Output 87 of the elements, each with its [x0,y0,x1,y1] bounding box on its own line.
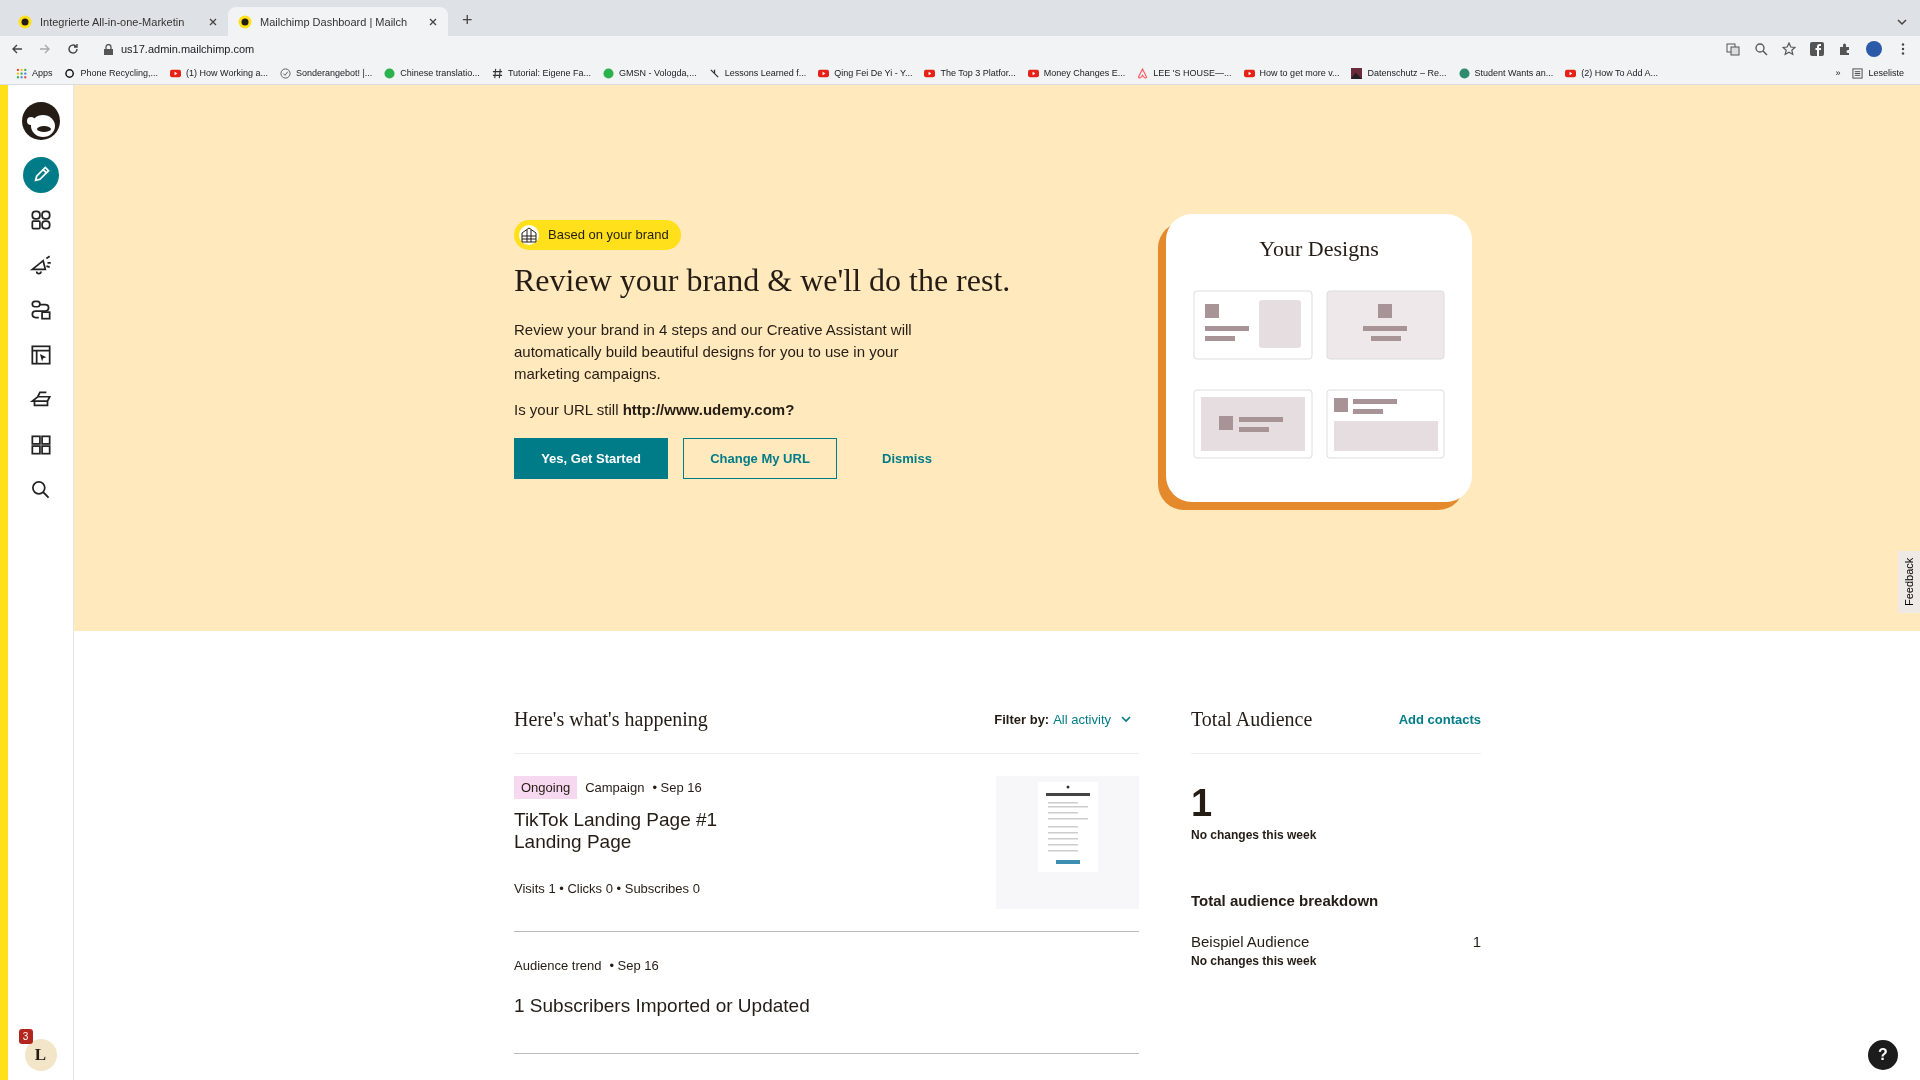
change-note: No changes this week [1191,954,1318,968]
bookmark[interactable]: (2) How To Add A... [1559,67,1665,79]
add-contacts-link[interactable]: Add contacts [1398,711,1481,727]
bookmark[interactable]: Tutorial: Eigene Fa... [485,67,598,79]
activity-title[interactable]: 1 Subscribers Imported or Updated [514,995,810,1017]
card-title: Your Designs [1259,236,1379,262]
play-icon [924,67,936,79]
bookmark[interactable]: Chinese translatio... [378,67,486,79]
bookmark[interactable]: Qing Fei De Yi - Y... [812,67,919,79]
badge-text: Based on your brand [548,227,669,242]
change-note: No changes this week [1191,828,1318,842]
filter-dropdown[interactable]: All activity [1053,711,1139,727]
close-icon[interactable] [428,16,438,27]
section-title: Total Audience [1191,707,1313,731]
browser-tab[interactable]: Mailchimp Dashboard | Mailch [228,7,448,36]
play-icon [818,67,830,79]
photo-icon [1351,67,1363,79]
chimp-icon [238,14,252,29]
user-avatar[interactable]: L [24,1039,57,1071]
bookmark[interactable]: Lessons Learned f... [702,67,813,79]
audience-row-count: 1 [1472,933,1481,950]
new-tab-button[interactable]: + [456,10,479,31]
hash-icon [491,67,503,79]
airbnb-icon [1137,67,1149,79]
bookmark[interactable]: The Top 3 Platfor... [918,67,1022,79]
action-button[interactable]: Change My URL [683,437,837,479]
close-icon[interactable] [208,16,218,27]
profile-avatar[interactable] [1866,41,1882,57]
circle-icon [1458,67,1470,79]
activity-type: Audience trend [514,958,602,973]
status-tag: Ongoing [514,776,578,799]
activity-date: • Sep 16 [652,780,702,795]
action-button[interactable]: Yes, Get Started [514,437,668,479]
breakdown-title: Total audience breakdown [1191,892,1380,909]
audience-count: 1 [1191,782,1214,824]
activity-date: • Sep 16 [609,958,659,973]
star-icon[interactable] [1782,42,1796,56]
play-icon [170,67,182,79]
bookmark[interactable]: LEE 'S HOUSE—... [1131,67,1238,79]
bookmark[interactable]: GMSN - Vologda,... [597,67,703,79]
bookmark[interactable]: Apps [10,67,59,79]
apps-icon [16,67,27,79]
url-question: Is your URL still http://www.udemy.com? [514,400,795,418]
palette-icon [518,223,540,246]
circle-icon [384,67,396,79]
lock-icon [104,43,113,55]
fork-icon [708,67,720,79]
activity-title[interactable]: TikTok Landing Page #1 Landing Page [514,809,718,853]
page-thumbnail[interactable] [996,776,1139,909]
caret-icon [1121,715,1131,723]
filter-label: Filter by: [994,711,1050,727]
check-icon [279,67,291,79]
zoom-icon[interactable] [1754,42,1768,56]
play-icon [1243,67,1255,79]
play-icon [1565,67,1577,79]
notification-badge: 3 [18,1029,33,1044]
hero-title: Review your brand & we'll do the rest. [514,261,1011,299]
section-title: Here's what's happening [514,707,708,731]
reload-icon[interactable] [66,42,80,56]
url-text: us17.admin.mailchimp.com [121,43,255,55]
chevron-icon[interactable] [1896,18,1908,26]
feedback-tab[interactable]: Feedback [1898,551,1920,613]
back-icon[interactable] [10,42,24,56]
dismiss-link[interactable]: Dismiss [852,437,962,479]
translate-icon[interactable] [1726,42,1740,56]
bookmark[interactable]: Money Changes E... [1021,67,1132,79]
help-button[interactable]: ? [1868,1040,1898,1070]
list-icon [1852,67,1864,79]
bookmark[interactable]: (1) How Working a... [164,67,274,79]
more-bookmarks-button[interactable]: » [1829,68,1847,78]
create-nav-button[interactable] [22,157,59,193]
hero-description: Review your brand in 4 steps and our Creative Assistant will automatically build beautiful designs for you to use in your marketing campaigns. [514,319,913,384]
bookmark[interactable]: Student Wants an... [1452,67,1560,79]
bookmark[interactable]: How to get more v... [1237,67,1346,79]
facebook-icon[interactable] [1810,42,1824,56]
circle-icon [603,67,615,79]
puzzle-icon[interactable] [1838,42,1852,56]
bookmark[interactable]: Datenschutz – Re... [1345,67,1453,79]
play-icon [1027,67,1039,79]
activity-type: Campaign [585,780,645,795]
chimp-icon [18,14,32,29]
activity-stats: Visits 1 • Clicks 0 • Subscribes 0 [514,881,701,896]
reading-list-button[interactable]: Leseliste [1846,67,1910,79]
bookmark[interactable]: Phone Recycling,... [58,67,165,79]
bookmark[interactable]: Sonderangebot! |... [273,67,379,79]
audience-name: Beispiel Audience [1191,933,1310,950]
browser-tab[interactable]: Integrierte All-in-one-Marketin [8,7,228,36]
